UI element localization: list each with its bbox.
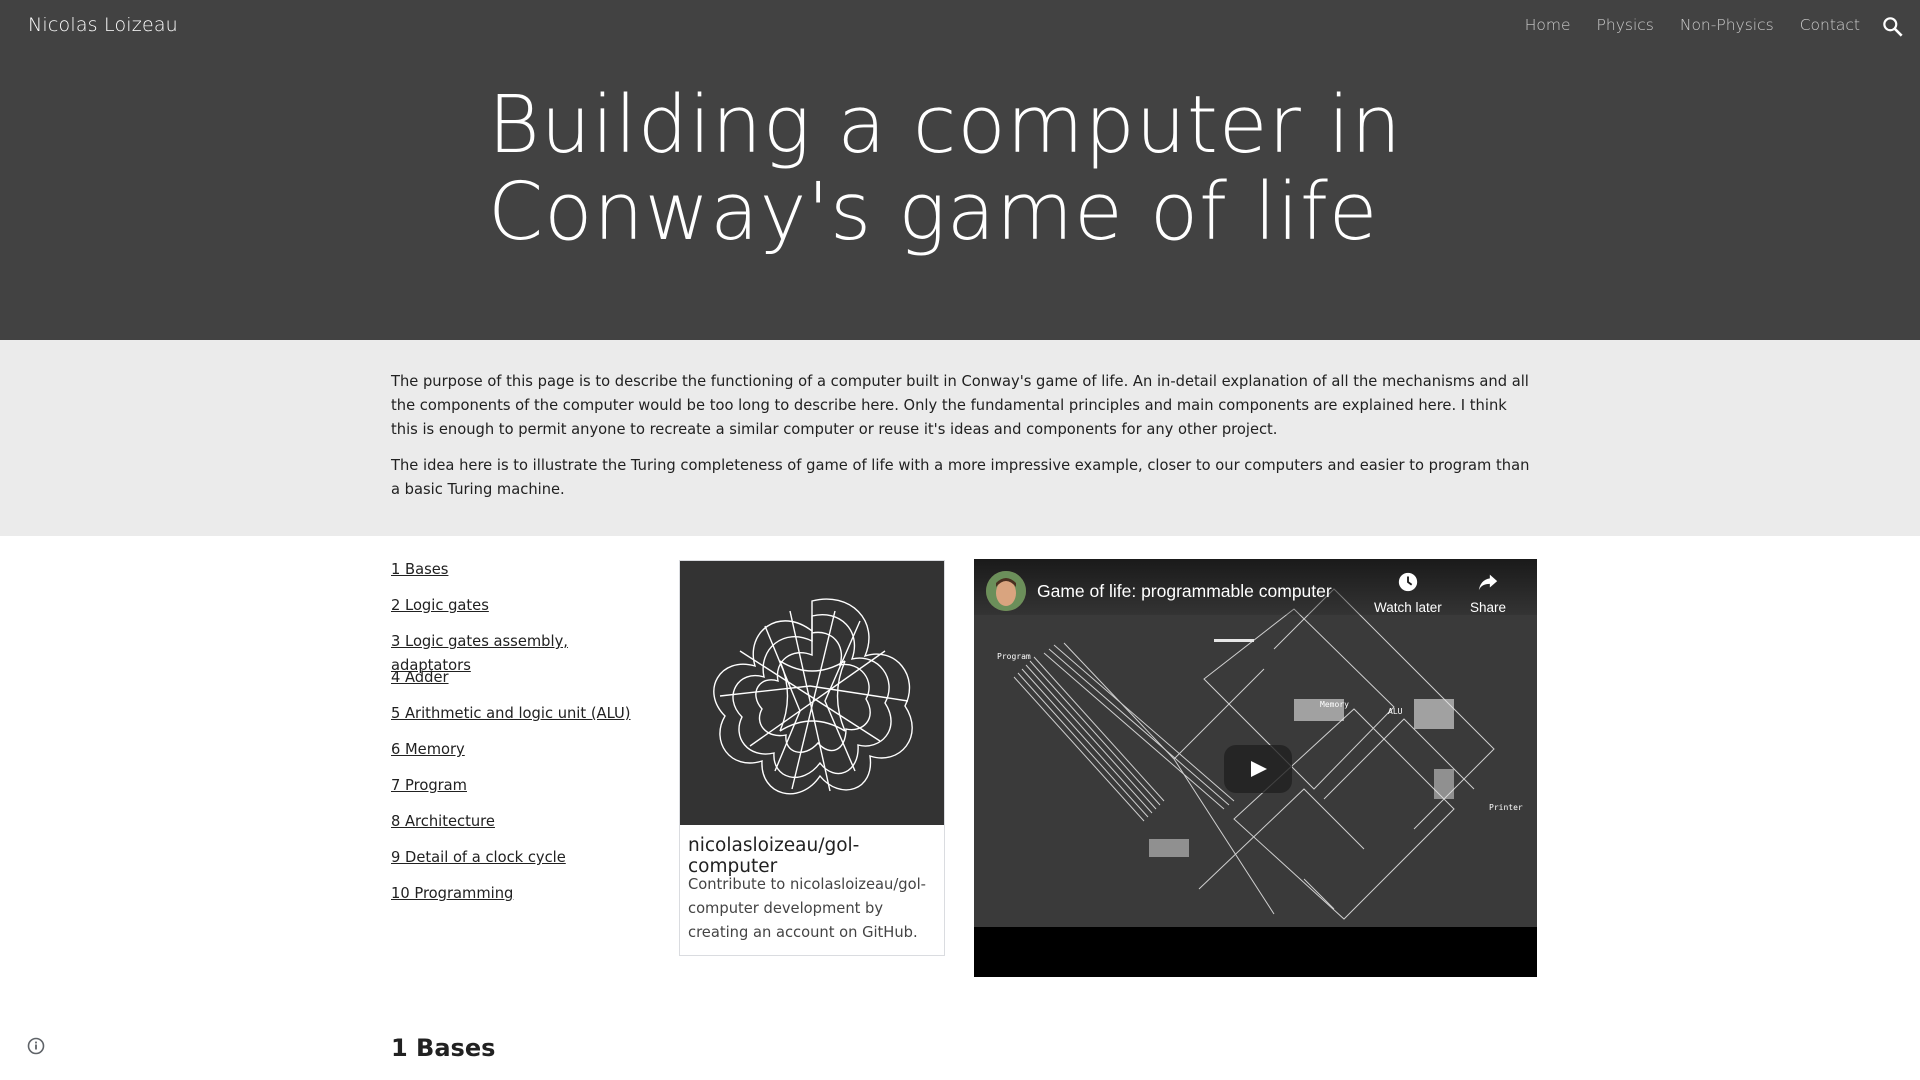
video-label-printer: Printer [1489,803,1523,812]
intro-paragraph-2: The idea here is to illustrate the Turin… [391,457,1530,498]
main-nav: Home Physics Non-Physics Contact [1525,16,1860,34]
table-of-contents: 1 Bases 2 Logic gates 3 Logic gates asse… [391,558,651,918]
toc-link-memory[interactable]: 6 Memory [391,738,651,774]
avatar-face-icon [986,571,1026,611]
watch-later-button[interactable]: Watch later [1374,571,1442,615]
info-icon [27,1037,45,1055]
search-icon [1883,17,1903,37]
video-title[interactable]: Game of life: programmable computer [1037,581,1332,602]
github-card-title: nicolasloizeau/gol-computer [688,835,860,877]
top-navigation: Nicolas Loizeau Home Physics Non-Physics… [0,0,1920,54]
github-link-card[interactable]: nicolasloizeau/gol-computer Contribute t… [679,560,945,956]
watch-later-label: Watch later [1374,600,1442,615]
nav-contact[interactable]: Contact [1800,16,1860,34]
toc-link-programming[interactable]: 10 Programming [391,882,651,918]
toc-link-adder[interactable]: 4 Adder [391,666,651,702]
nav-non-physics[interactable]: Non-Physics [1680,16,1774,34]
toc-link-bases[interactable]: 1 Bases [391,558,651,594]
search-button[interactable] [1880,14,1906,40]
toc-link-alu[interactable]: 5 Arithmetic and logic unit (ALU) [391,702,651,738]
play-icon [1251,761,1267,777]
site-title-link[interactable]: Nicolas Loizeau [28,14,178,36]
wireframe-knot-graphic [713,598,913,795]
play-button[interactable] [1224,745,1292,793]
page-title: Building a computer in Conway's game of … [488,82,1448,256]
share-button[interactable]: Share [1470,571,1506,615]
video-header-bar: Game of life: programmable computer Watc… [974,559,1537,615]
toc-link-clock-cycle[interactable]: 9 Detail of a clock cycle [391,846,651,882]
nav-physics[interactable]: Physics [1597,16,1654,34]
section-heading-bases: 1 Bases [391,1034,496,1062]
intro-section: The purpose of this page is to describe … [0,340,1920,536]
github-card-image [680,561,944,825]
toc-link-logic-gates[interactable]: 2 Logic gates [391,594,651,630]
video-label-memory: Memory [1320,700,1349,709]
github-card-description: Contribute to nicolasloizeau/gol-compute… [688,876,926,941]
share-icon [1478,574,1498,591]
channel-avatar[interactable] [986,571,1026,611]
toc-link-architecture[interactable]: 8 Architecture [391,810,651,846]
share-label: Share [1470,600,1507,615]
page-title-line2: Conway's game of life [488,166,1379,258]
nav-home[interactable]: Home [1525,16,1571,34]
toc-link-logic-gates-assembly[interactable]: 3 Logic gates assembly, adaptators [391,630,651,674]
intro-paragraph-1: The purpose of this page is to describe … [391,373,1529,438]
toc-link-program[interactable]: 7 Program [391,774,651,810]
video-label-alu: ALU [1388,707,1403,716]
site-info-button[interactable] [26,1036,46,1056]
video-label-program: Program [997,652,1031,661]
page-title-line1: Building a computer in [488,79,1403,171]
clock-icon [1398,572,1418,592]
youtube-video-embed[interactable]: Program Memory ALU Printer Game of life:… [974,559,1537,977]
